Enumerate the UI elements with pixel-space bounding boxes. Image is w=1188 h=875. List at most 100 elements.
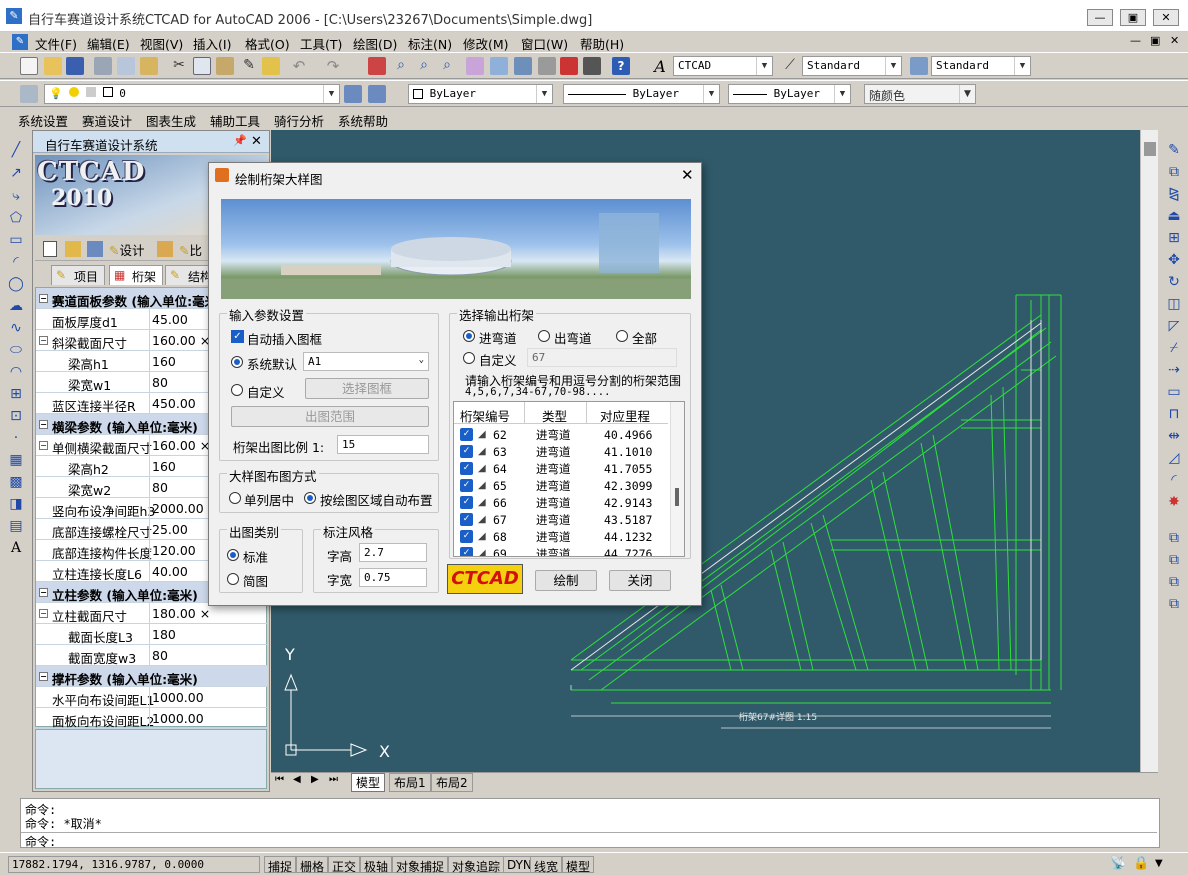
export-icon[interactable] <box>87 241 103 257</box>
join-icon[interactable]: ⇹ <box>1166 428 1182 444</box>
preview-icon[interactable] <box>117 57 135 75</box>
tab-layout2[interactable]: 布局2 <box>431 773 473 792</box>
chamfer-icon[interactable]: ◿ <box>1166 450 1182 466</box>
menu-format[interactable]: 格式(O) <box>242 33 293 54</box>
layout-single-radio[interactable] <box>229 492 241 504</box>
ct-menu-aux-tools[interactable]: 辅助工具 <box>210 111 260 130</box>
open-project-icon[interactable] <box>65 241 81 257</box>
menu-modify[interactable]: 修改(M) <box>460 33 512 54</box>
property-value[interactable]: 160.00 × <box>152 333 210 348</box>
tab-model[interactable]: 模型 <box>351 773 386 792</box>
scale-input[interactable]: 15 <box>337 435 429 454</box>
lock-toolbar-icon[interactable]: 🔒 <box>1133 856 1149 871</box>
truss-list-item[interactable]: ✓ ◢ 67 进弯道 43.5187 <box>454 511 668 528</box>
array-icon[interactable]: ⊞ <box>1166 230 1182 246</box>
new-icon[interactable] <box>20 57 38 75</box>
prev-tab-icon[interactable]: ◀ <box>293 774 301 785</box>
truss-list-item[interactable]: ✓ ◢ 66 进弯道 42.9143 <box>454 494 668 511</box>
select-frame-button[interactable]: 选择图框 <box>305 378 429 399</box>
frame-size-select[interactable]: A1 ⌄ <box>303 352 429 371</box>
truss-list-item[interactable]: ✓ ◢ 62 进弯道 40.4966 <box>454 426 668 443</box>
minimize-button[interactable]: — <box>1087 9 1113 26</box>
tab-truss[interactable]: ▦ 桁架 <box>109 265 164 285</box>
truss-list-item[interactable]: ✓ ◢ 64 进弯道 41.7055 <box>454 460 668 477</box>
cut-icon[interactable]: ✂ <box>170 57 188 75</box>
compare-button[interactable]: ✎比 <box>179 240 202 259</box>
property-value[interactable]: 160 <box>152 459 176 474</box>
rectangle-icon[interactable]: ▭ <box>8 232 24 248</box>
make-block-icon[interactable]: ⊡ <box>8 408 24 424</box>
col-type-header[interactable]: 类型 <box>542 406 567 425</box>
property-value[interactable]: 120.00 <box>152 543 196 558</box>
polyline-icon[interactable]: ⤷ <box>8 188 24 204</box>
truss-checkbox[interactable]: ✓ <box>460 496 473 509</box>
property-value[interactable]: 25.00 <box>152 522 188 537</box>
property-value[interactable]: 180 <box>152 627 176 642</box>
system-default-radio[interactable] <box>231 356 243 368</box>
ellipse-icon[interactable]: ⬭ <box>8 342 24 358</box>
ctcad-logo-button[interactable]: CTCAD <box>447 564 523 594</box>
property-section[interactable]: − 撑杆参数 (输入单位:毫米) <box>36 666 268 687</box>
multiline-text-icon[interactable]: A <box>8 540 24 556</box>
open-icon[interactable] <box>44 57 62 75</box>
plot-style-select[interactable]: 随颜色 ▼ <box>864 84 976 104</box>
custom-frame-radio[interactable] <box>231 384 243 396</box>
spline-icon[interactable]: ∿ <box>8 320 24 336</box>
first-tab-icon[interactable]: ⏮ <box>275 774 284 785</box>
edit-icon[interactable] <box>157 241 173 257</box>
ct-menu-system-help[interactable]: 系统帮助 <box>338 111 388 130</box>
extend-icon[interactable]: ⇢ <box>1166 362 1182 378</box>
point-icon[interactable]: · <box>8 430 24 446</box>
break-icon[interactable]: ⊓ <box>1166 406 1182 422</box>
dialog-close-button[interactable]: 关闭 <box>609 570 671 591</box>
last-tab-icon[interactable]: ⏭ <box>329 774 338 785</box>
draw-order-back-icon[interactable]: ⧉ <box>1166 552 1182 568</box>
tab-layout1[interactable]: 布局1 <box>389 773 431 792</box>
truss-checkbox[interactable]: ✓ <box>460 513 473 526</box>
menu-view[interactable]: 视图(V) <box>137 33 186 54</box>
property-value[interactable]: 80 <box>152 375 168 390</box>
collapse-icon[interactable]: − <box>39 672 48 681</box>
property-value[interactable]: 2000.00 <box>152 501 204 516</box>
calculator-icon[interactable] <box>583 57 601 75</box>
toggle-osnap[interactable]: 对象捕捉 <box>392 856 449 874</box>
menu-help[interactable]: 帮助(H) <box>577 33 627 54</box>
publish-icon[interactable] <box>140 57 158 75</box>
layer-manager-icon[interactable] <box>20 85 38 103</box>
property-value[interactable]: 45.00 <box>152 312 188 327</box>
menu-dimension[interactable]: 标注(N) <box>405 33 455 54</box>
zoom-previous-icon[interactable]: ⌕ <box>438 57 456 75</box>
property-value[interactable]: 80 <box>152 480 168 495</box>
toggle-ortho[interactable]: 正交 <box>328 856 361 874</box>
truss-list-item[interactable]: ✓ ◢ 63 进弯道 41.1010 <box>454 443 668 460</box>
doc-minimize-icon[interactable]: — <box>1130 34 1141 47</box>
type-standard-radio[interactable] <box>227 549 239 561</box>
vertical-scrollbar[interactable] <box>1140 130 1158 772</box>
zoom-realtime-icon[interactable]: ⌕ <box>392 57 410 75</box>
bring-above-icon[interactable]: ⧉ <box>1166 574 1182 590</box>
property-row[interactable]: − 立柱截面尺寸 180.00 × <box>36 603 268 624</box>
scroll-thumb[interactable] <box>1144 142 1156 156</box>
move-icon[interactable]: ✥ <box>1166 252 1182 268</box>
fillet-icon[interactable]: ◜ <box>1166 472 1182 488</box>
menu-tools[interactable]: 工具(T) <box>297 33 345 54</box>
truss-checkbox[interactable]: ✓ <box>460 547 473 556</box>
truss-checkbox[interactable]: ✓ <box>460 428 473 441</box>
construction-line-icon[interactable]: ↗ <box>8 165 24 181</box>
arc-icon[interactable]: ◜ <box>8 254 24 270</box>
print-icon[interactable] <box>94 57 112 75</box>
dialog-close-icon[interactable]: ✕ <box>681 166 694 184</box>
list-scroll-thumb[interactable] <box>675 488 679 506</box>
col-mileage-header[interactable]: 对应里程 <box>600 406 650 425</box>
table-style-select[interactable]: Standard ▼ <box>931 56 1031 76</box>
close-icon[interactable]: ✕ <box>251 134 262 149</box>
scale-icon[interactable]: ◫ <box>1166 296 1182 312</box>
collapse-icon[interactable]: − <box>39 609 48 618</box>
property-value[interactable]: 40.00 <box>152 564 188 579</box>
property-value[interactable]: 160 <box>152 354 176 369</box>
command-input[interactable]: 命令: <box>21 832 1157 850</box>
polygon-icon[interactable]: ⬠ <box>8 210 24 226</box>
opt-custom-radio[interactable] <box>463 352 475 364</box>
collapse-icon[interactable]: − <box>39 294 48 303</box>
explode-icon[interactable]: ✸ <box>1166 494 1182 510</box>
